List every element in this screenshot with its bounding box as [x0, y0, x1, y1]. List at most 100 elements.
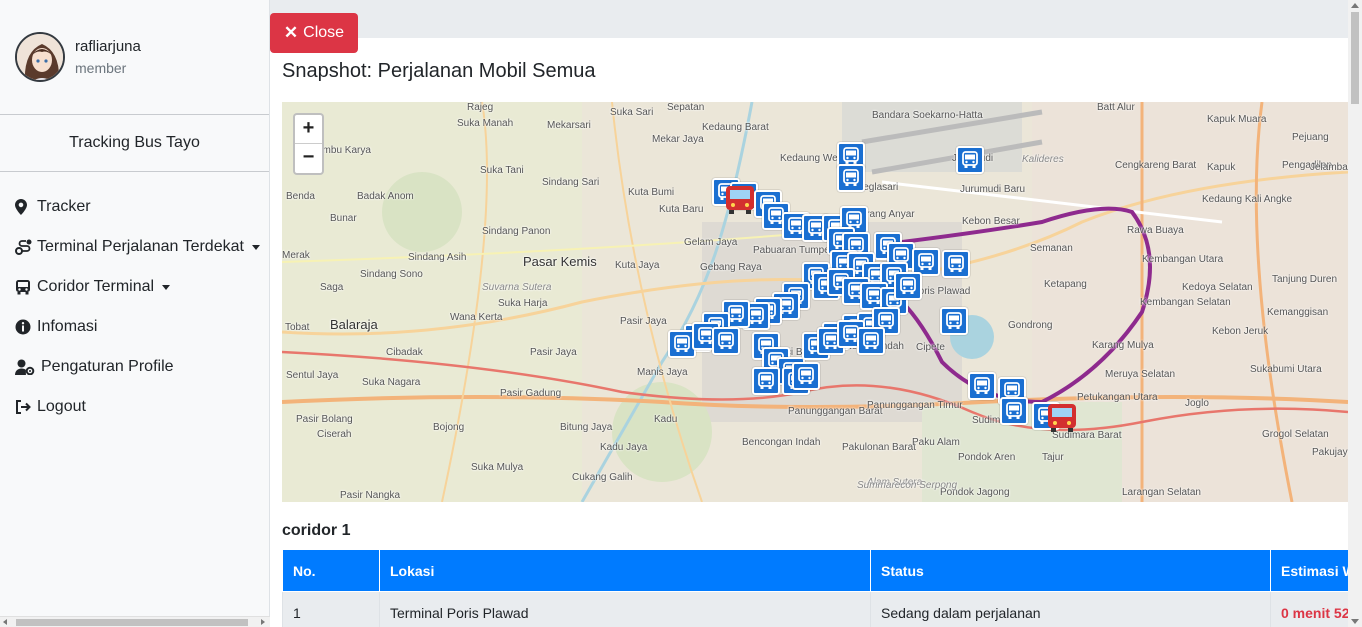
- map-place-label: Sindang Sari: [542, 177, 600, 188]
- map-place-label: Kuta Bumi: [628, 187, 675, 198]
- map-place-label: Jurumudi Baru: [960, 184, 1026, 195]
- section-title: coridor 1: [282, 522, 351, 539]
- map-place-label: Suka Harja: [498, 298, 548, 309]
- map-place-label: Bitung Jaya: [560, 422, 613, 433]
- sidebar-nav: Tracker Terminal Perjalanan Terdekat Cor…: [0, 172, 269, 427]
- bus-marker-icon[interactable]: [792, 362, 820, 390]
- table-row[interactable]: 1 Terminal Poris Plawad Sedang dalam per…: [282, 591, 1348, 627]
- close-icon: ✕: [283, 23, 299, 42]
- map-place-label: Pondok Aren: [958, 452, 1016, 463]
- map-place-label: Bandara Soekarno-Hatta: [872, 110, 983, 121]
- map-place-label: Pejuang: [1292, 132, 1329, 143]
- map-place-label: Suka Sari: [610, 107, 654, 118]
- table-header-row: No. Lokasi Status Estimasi W: [282, 549, 1348, 592]
- column-header-no: No.: [282, 549, 380, 592]
- sidebar-item-terminal-terdekat[interactable]: Terminal Perjalanan Terdekat: [0, 227, 269, 267]
- bus-marker-icon[interactable]: [1000, 397, 1028, 425]
- bus-marker-icon[interactable]: [956, 146, 984, 174]
- map-place-label: Bojong: [433, 422, 465, 433]
- sidebar-item-logout[interactable]: Logout: [0, 387, 269, 427]
- map-place-label: Kedaung Barat: [702, 122, 769, 133]
- map-place-label: Tanjung Duren: [1272, 274, 1338, 285]
- scroll-up-icon[interactable]: [1351, 3, 1359, 8]
- sidebar-item-label: Coridor Terminal: [37, 278, 155, 295]
- bus-marker-icon[interactable]: [752, 367, 780, 395]
- map-view[interactable]: + − Rajeg Sepatan Suka Sari Bandara Soekarn…: [282, 102, 1348, 502]
- app-brand[interactable]: Tracking Bus Tayo: [0, 115, 269, 172]
- column-header-estimasi: Estimasi W: [1270, 549, 1348, 592]
- map-place-label: Sentul Jaya: [286, 370, 339, 381]
- coridor-table: No. Lokasi Status Estimasi W 1 Terminal …: [282, 549, 1348, 627]
- map-place-label: Kemanggisan: [1267, 307, 1329, 318]
- map-place-label: Kebon Besar: [962, 216, 1020, 227]
- map-place-label: Sindang Sono: [360, 269, 423, 280]
- zoom-in-button[interactable]: +: [295, 115, 322, 144]
- map-place-label: Batt Alur: [1097, 102, 1135, 113]
- map-place-label: Tobat: [285, 322, 310, 333]
- map-place-label: Suka Nagara: [362, 377, 421, 388]
- map-place-label: Pasar Kemis: [523, 254, 597, 269]
- map-place-label: Benda: [286, 191, 315, 202]
- map-place-label: Sindang Panon: [482, 226, 551, 237]
- bus-marker-icon[interactable]: [940, 307, 968, 335]
- user-role: member: [75, 60, 127, 76]
- sidebar-item-label: Tracker: [37, 198, 91, 215]
- bus-marker-icon[interactable]: [894, 272, 922, 300]
- bus-marker-icon[interactable]: [857, 327, 885, 355]
- map-place-label: Joglo: [1185, 398, 1209, 409]
- column-header-status: Status: [870, 549, 1271, 592]
- map-zoom-control: + −: [293, 113, 324, 175]
- map-place-label: Semanan: [1030, 243, 1073, 254]
- map-place-label: Kapuk Muara: [1207, 114, 1267, 125]
- map-place-label: Pakujaya: [1312, 447, 1348, 458]
- map-place-label: Suka Tani: [480, 165, 524, 176]
- zoom-out-button[interactable]: −: [295, 144, 322, 173]
- chevron-down-icon: [251, 244, 260, 250]
- map-place-label: Kedaung Kali Angke: [1202, 194, 1293, 205]
- sidebar-item-coridor-terminal[interactable]: Coridor Terminal: [0, 267, 269, 307]
- map-place-label: Pasir Jaya: [530, 347, 577, 358]
- map-place-label: Suka Mulya: [471, 462, 524, 473]
- avatar[interactable]: [15, 32, 65, 82]
- map-place-label: Gondrong: [1008, 320, 1053, 331]
- cell-no: 1: [282, 591, 380, 627]
- map-place-label: Rajeg: [467, 102, 494, 113]
- map-place-label: Sepatan: [667, 102, 705, 113]
- map-place-label: Merak: [282, 250, 310, 261]
- map-place-label: Rawa Buaya: [1127, 225, 1184, 236]
- scroll-right-icon[interactable]: [261, 619, 265, 625]
- close-button-label: Close: [303, 24, 345, 41]
- bus-marker-icon[interactable]: [837, 164, 865, 192]
- scrollbar-thumb[interactable]: [16, 619, 248, 626]
- active-bus-marker-icon[interactable]: [1044, 402, 1080, 434]
- modal-title: Snapshot: Perjalanan Mobil Semua: [282, 60, 596, 82]
- map-place-label: Cipete: [916, 342, 945, 353]
- cell-estimasi: 0 menit 52: [1270, 591, 1348, 627]
- bus-marker-icon[interactable]: [942, 250, 970, 278]
- map-place-label: Cukang Galih: [572, 472, 633, 483]
- chevron-down-icon: [162, 284, 171, 290]
- scroll-left-icon[interactable]: [3, 619, 7, 625]
- sidebar-item-label: Logout: [37, 398, 86, 415]
- bus-marker-icon[interactable]: [712, 327, 740, 355]
- map-place-label: Pasir Gadung: [500, 388, 562, 399]
- sidebar-item-tracker[interactable]: Tracker: [0, 187, 269, 227]
- map-place-label: Kuta Baru: [659, 204, 704, 215]
- map-place-label: Panunggangan Timur: [867, 400, 963, 411]
- active-bus-marker-icon[interactable]: [722, 184, 758, 216]
- scrollbar-thumb[interactable]: [1351, 12, 1359, 104]
- bus-marker-icon[interactable]: [968, 372, 996, 400]
- sidebar-item-infomasi[interactable]: Infomasi: [0, 307, 269, 347]
- map-place-label: Ciserah: [317, 429, 352, 440]
- close-button[interactable]: ✕ Close: [270, 13, 358, 53]
- page-vertical-scrollbar[interactable]: [1348, 0, 1362, 627]
- sidebar-horizontal-scrollbar[interactable]: [0, 616, 270, 627]
- map-place-label: Balaraja: [330, 317, 378, 332]
- map-place-label: Sindang Asih: [408, 252, 467, 263]
- map-place-label: Cibadak: [386, 347, 423, 358]
- scroll-down-icon[interactable]: [1351, 619, 1359, 624]
- cell-status: Sedang dalam perjalanan: [870, 591, 1271, 627]
- map-place-label: Kalideres: [1022, 154, 1064, 165]
- sidebar-item-pengaturan-profile[interactable]: Pengaturan Profile: [0, 347, 269, 387]
- map-place-label: Mekarsari: [547, 120, 591, 131]
